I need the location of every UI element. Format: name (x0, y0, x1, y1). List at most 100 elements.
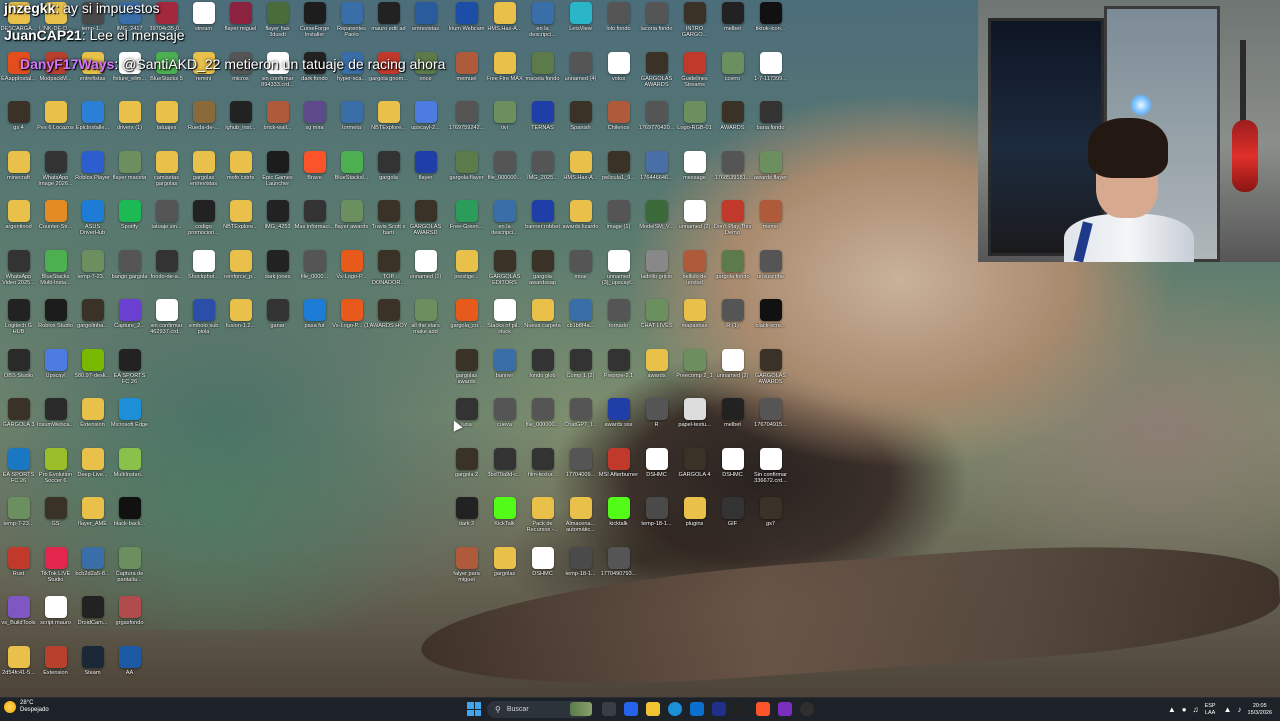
desktop-icon[interactable]: entrevistas (407, 0, 444, 49)
desktop-icon[interactable]: HMS.Hax-A... (562, 149, 599, 198)
desktop-icon[interactable]: mauro edit ad (370, 0, 407, 49)
desktop-icon[interactable]: tivi (486, 99, 523, 148)
desktop-icon[interactable]: image (1) (600, 198, 637, 247)
desktop-icon[interactable]: 176446646... (638, 149, 675, 198)
desktop-icon[interactable]: Mas informaci... (295, 198, 334, 247)
desktop-icon[interactable]: awards sss (600, 396, 637, 445)
desktop-icon[interactable]: film-textur... (524, 446, 561, 495)
desktop-icon[interactable]: grgasfondo (111, 594, 148, 643)
task-view-icon[interactable] (602, 702, 616, 716)
desktop-icon[interactable]: drivers (1) (111, 99, 148, 148)
desktop-icon[interactable]: R (1) (714, 297, 751, 346)
desktop-icon[interactable]: bango gargola (111, 248, 148, 297)
desktop-icon[interactable]: TikTok LIVE Studio (37, 545, 74, 594)
desktop-icon[interactable]: en la descripci... (524, 0, 561, 49)
desktop-icon[interactable]: HMS.Hax-A... (486, 0, 523, 49)
desktop-icon[interactable]: TOP DONADOR... (370, 248, 407, 297)
desktop-icon[interactable]: AWARDS HOY (370, 297, 407, 346)
desktop-icon[interactable]: sg mira (296, 99, 333, 148)
desktop-icon[interactable]: EA SPORTS FC 26 (111, 347, 148, 396)
desktop-icon[interactable]: bana fondo (752, 99, 789, 148)
desktop-icon[interactable]: BlueStacks Multi-Insta... (37, 248, 74, 297)
desktop-icon[interactable]: votos (600, 50, 637, 99)
desktop-icon[interactable]: flayer maceta (111, 149, 148, 198)
desktop-icon[interactable]: Capture_2... (111, 297, 148, 346)
desktop-icon[interactable]: CHAT LIVES (638, 297, 675, 346)
desktop-icon[interactable]: Free-Green... (448, 198, 485, 247)
desktop-icon[interactable]: Don't Play This Demo (714, 198, 751, 247)
desktop-icon[interactable]: fondo-de-a... (148, 248, 185, 297)
desktop-icon[interactable]: LetsView (562, 0, 599, 49)
desktop-icon[interactable]: fondo glob (524, 347, 561, 396)
brave-icon[interactable] (756, 702, 770, 716)
desktop-icon[interactable]: NBTExplore... (222, 198, 259, 247)
desktop-icon[interactable]: gs7 (752, 495, 789, 544)
desktop-icon[interactable]: banner (486, 347, 523, 396)
desktop-icon[interactable]: ccerro (714, 50, 751, 99)
desktop-icon[interactable]: Upscayl (37, 347, 74, 396)
desktop-icon[interactable]: maceta fondo (524, 50, 561, 99)
desktop-icon[interactable]: Rust (0, 545, 37, 594)
desktop-icon[interactable]: Microsoft Edge (111, 396, 148, 445)
desktop-icon[interactable]: KickTalk (486, 495, 523, 544)
desktop-icon[interactable]: Stacks of pil... stuck (486, 297, 523, 346)
obs-icon[interactable] (800, 702, 814, 716)
desktop-icon[interactable]: sin confirmar 462937.crd... (148, 297, 185, 346)
desktop-icon[interactable]: prestige... (448, 248, 485, 297)
desktop-icon[interactable]: awards flayer (752, 149, 789, 198)
desktop-icon[interactable]: melbet (714, 0, 751, 49)
desktop-icon[interactable]: Almacena... automátic... (562, 495, 599, 544)
desktop-icon[interactable]: Nueva carpeta (524, 297, 561, 346)
desktop-icon[interactable]: fusion-1.2... (222, 297, 259, 346)
store-icon[interactable] (690, 702, 704, 716)
desktop-icon[interactable]: Counter-Str... (37, 198, 74, 247)
desktop-icon[interactable]: INTRO GARGO... (676, 0, 713, 49)
desktop-icon[interactable]: banner robbet (524, 198, 561, 247)
desktop-icon[interactable]: Chilenos (600, 99, 637, 148)
desktop-icon[interactable]: Brave (296, 149, 333, 198)
desktop-icon[interactable]: file_0000... (296, 248, 333, 297)
desktop-icon[interactable]: 580.97-desk... (74, 347, 111, 396)
desktop-icon[interactable]: 1-7-117399... (752, 50, 789, 99)
desktop-icon[interactable]: CurseForge Installer (296, 0, 333, 49)
desktop-icon[interactable]: GARGOLAS AWARDS (752, 347, 789, 396)
desktop-icon[interactable]: papel-textu... (676, 396, 713, 445)
desktop-icon[interactable]: bcb2d2a5-8... (74, 545, 111, 594)
adobe-app-icon[interactable] (712, 702, 726, 716)
desktop-icon[interactable]: MSI Afterburner (599, 446, 638, 495)
desktop-icon[interactable]: brick-wall... (259, 99, 296, 148)
desktop-icon[interactable]: IMG_2025... (524, 149, 561, 198)
weather-widget[interactable]: 28°C Despejado (4, 700, 49, 714)
file-explorer-icon[interactable] (646, 702, 660, 716)
desktop-icon[interactable]: gargolinha... (74, 297, 111, 346)
start-button[interactable] (467, 702, 481, 716)
desktop-icon[interactable]: GARGOLAS AWARDS (638, 50, 675, 99)
desktop-icon[interactable]: flayer (407, 149, 444, 198)
desktop-icon[interactable]: Irium Webcam (448, 0, 485, 49)
desktop-icon[interactable]: unnamed (2) (714, 347, 751, 396)
desktop-icon[interactable]: GARGOLA 3 (0, 396, 37, 445)
desktop-icon[interactable]: InsumWebca... (37, 396, 74, 445)
desktop-icon[interactable]: EpicInstalle... (74, 99, 111, 148)
desktop-icon[interactable]: file_000000... (524, 396, 561, 445)
desktop-icon[interactable]: unnamed (3)_upscayl... (600, 248, 637, 297)
desktop-icon[interactable]: 1769759242... (448, 99, 485, 148)
volume-icon[interactable]: ♫ (1193, 705, 1199, 714)
desktop-icon[interactable]: flayer awards (333, 198, 370, 247)
desktop-icon[interactable]: flayer miguel (222, 0, 259, 49)
desktop-icon[interactable]: gargola_co... (448, 297, 485, 346)
desktop-icon[interactable]: falyer para miguel (448, 545, 485, 594)
desktop-icon[interactable]: pasa fut (296, 297, 333, 346)
desktop-icon[interactable]: 17704009... (562, 446, 599, 495)
desktop-icon[interactable]: lghub_inst... (222, 99, 259, 148)
desktop-icon[interactable]: script mauro (37, 594, 74, 643)
desktop-icon[interactable]: memo (752, 198, 789, 247)
desktop-icon[interactable]: DroidCam... (74, 594, 111, 643)
desktop-icon[interactable]: ModelSM_V... (638, 198, 675, 247)
desktop-icon[interactable]: gargola awardssap (524, 248, 561, 297)
desktop-icon[interactable]: EA SPORTS FC 26 (0, 446, 37, 495)
desktop-icon[interactable]: lacoria fondo (638, 0, 675, 49)
desktop-icon[interactable]: camisetas gargolas (148, 149, 185, 198)
desktop-icon[interactable]: AA (111, 644, 148, 693)
desktop-icon[interactable]: melbet (714, 396, 751, 445)
